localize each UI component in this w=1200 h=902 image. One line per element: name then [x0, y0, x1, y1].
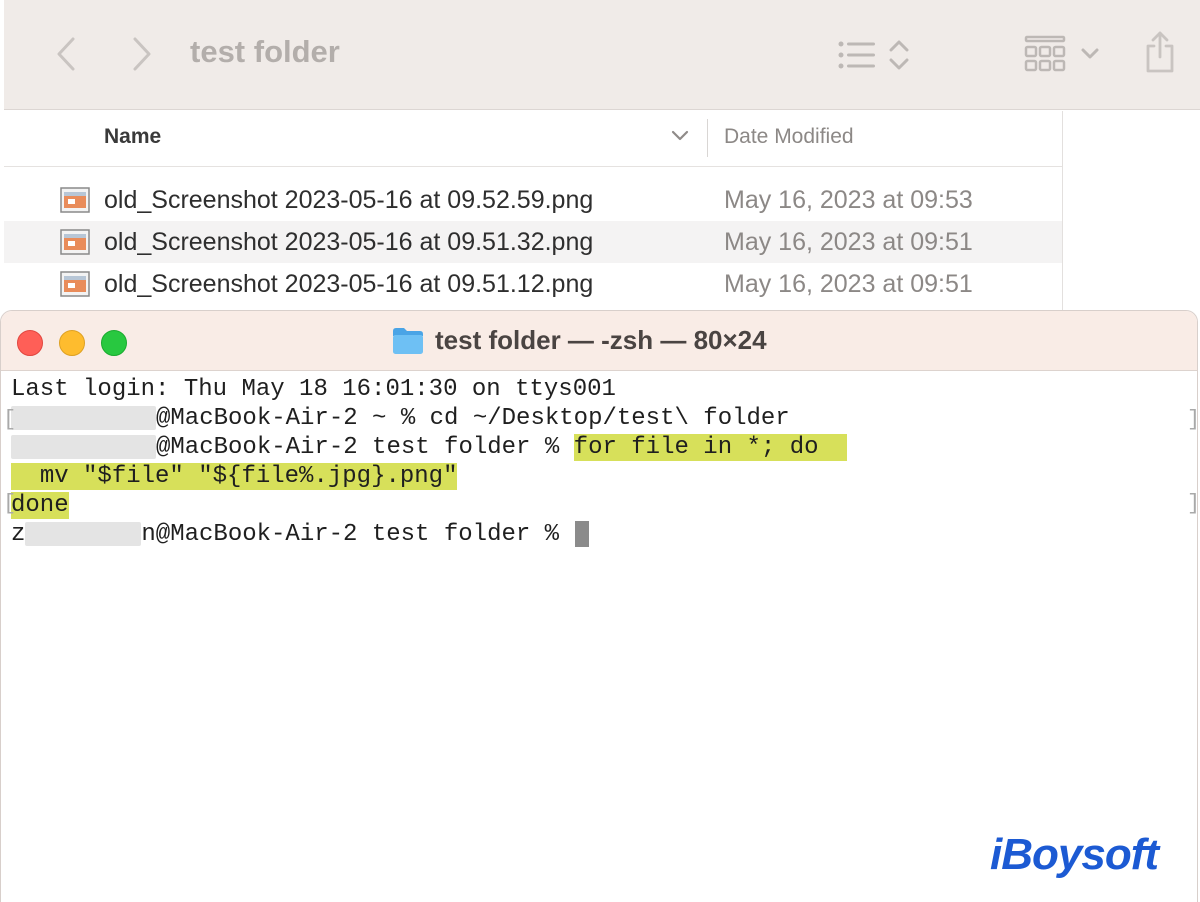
- highlighted-command: mv "$file" "${file%.jpg}.png": [39, 463, 458, 490]
- minimize-button[interactable]: [59, 330, 85, 356]
- terminal-text: Last login: Thu May 18 16:01:30 on ttys0…: [11, 376, 616, 403]
- forward-button[interactable]: [122, 30, 162, 78]
- forward-chevron-icon: [133, 37, 151, 71]
- file-row[interactable]: old_Screenshot 2023-05-16 at 09.52.59.pn…: [4, 179, 1062, 221]
- share-icon: [1146, 31, 1174, 73]
- terminal-text: @MacBook-Air-2 test folder %: [156, 434, 574, 461]
- highlight-pad: [11, 463, 40, 490]
- file-name: old_Screenshot 2023-05-16 at 09.51.32.pn…: [104, 228, 594, 256]
- mark-bracket-left: [: [3, 407, 17, 432]
- highlighted-command: for file in *; do: [573, 434, 819, 461]
- group-view-button[interactable]: [1020, 34, 1104, 74]
- redacted-username: [25, 521, 142, 546]
- zoom-button[interactable]: [101, 330, 127, 356]
- file-date: May 16, 2023 at 09:51: [724, 228, 973, 256]
- finder-toolbar: test folder: [4, 0, 1200, 110]
- terminal-titlebar[interactable]: test folder — -zsh — 80×24: [1, 311, 1197, 371]
- mark-bracket-left: [: [3, 491, 17, 516]
- terminal-text: n@MacBook-Air-2 test folder %: [141, 521, 574, 548]
- terminal-line: Last login: Thu May 18 16:01:30 on ttys0…: [11, 375, 616, 404]
- terminal-title-group: test folder — -zsh — 80×24: [391, 325, 767, 356]
- terminal-line: @MacBook-Air-2 test folder % for file in…: [11, 433, 848, 462]
- column-header: Name Date Modified: [4, 111, 1062, 167]
- image-file-icon: [60, 187, 90, 213]
- terminal-line: done: [11, 491, 69, 520]
- chevron-down-icon: [1081, 48, 1099, 59]
- redacted-username: [11, 405, 156, 430]
- mark-bracket-right: ]: [1187, 407, 1197, 432]
- grid-view-icon: [1024, 35, 1066, 72]
- file-list: Name Date Modified old_Screenshot 2023-0…: [4, 111, 1062, 312]
- file-date: May 16, 2023 at 09:51: [724, 270, 973, 298]
- column-date-modified[interactable]: Date Modified: [724, 125, 854, 149]
- share-button[interactable]: [1140, 28, 1180, 76]
- file-row[interactable]: old_Screenshot 2023-05-16 at 09.51.32.pn…: [4, 221, 1062, 263]
- file-date: May 16, 2023 at 09:53: [724, 186, 973, 214]
- terminal-window: test folder — -zsh — 80×24 Last login: T…: [0, 310, 1198, 902]
- finder-window-title: test folder: [190, 34, 340, 69]
- column-divider[interactable]: [707, 119, 708, 157]
- terminal-line: @MacBook-Air-2 ~ % cd ~/Desktop/test\ fo…: [11, 404, 790, 433]
- back-button[interactable]: [46, 30, 86, 78]
- file-row[interactable]: old_Screenshot 2023-05-16 at 09.51.12.pn…: [4, 263, 1062, 305]
- iboysoft-logo: iBoysoft: [990, 830, 1159, 879]
- terminal-text: @MacBook-Air-2 ~ % cd ~/Desktop/test\ fo…: [156, 405, 790, 432]
- file-name: old_Screenshot 2023-05-16 at 09.51.12.pn…: [104, 270, 594, 298]
- finder-divider: [1062, 111, 1063, 312]
- terminal-line: z n@MacBook-Air-2 test folder %: [11, 520, 590, 549]
- sort-updown-icon: [889, 40, 909, 70]
- terminal-window-title: test folder — -zsh — 80×24: [435, 325, 767, 355]
- column-name[interactable]: Name: [104, 125, 161, 149]
- text-cursor: [575, 520, 590, 547]
- finder-window: test folder Name Date Modified old_Scree…: [4, 0, 1200, 312]
- terminal-text: z: [11, 521, 26, 548]
- redacted-username: [11, 434, 156, 459]
- file-name: old_Screenshot 2023-05-16 at 09.52.59.pn…: [104, 186, 594, 214]
- mark-bracket-right: ]: [1187, 491, 1197, 516]
- highlight-pad: [818, 434, 848, 461]
- chevron-down-icon: [671, 130, 689, 141]
- sort-direction-button[interactable]: [670, 129, 690, 148]
- highlighted-command: done: [11, 492, 69, 519]
- back-chevron-icon: [57, 37, 75, 71]
- close-button[interactable]: [17, 330, 43, 356]
- list-view-icon: [838, 41, 875, 69]
- folder-icon: [393, 327, 423, 354]
- terminal-output[interactable]: Last login: Thu May 18 16:01:30 on ttys0…: [1, 373, 1197, 902]
- view-options-button[interactable]: [834, 38, 914, 72]
- image-file-icon: [60, 229, 90, 255]
- terminal-line: mv "$file" "${file%.jpg}.png": [11, 462, 458, 491]
- image-file-icon: [60, 271, 90, 297]
